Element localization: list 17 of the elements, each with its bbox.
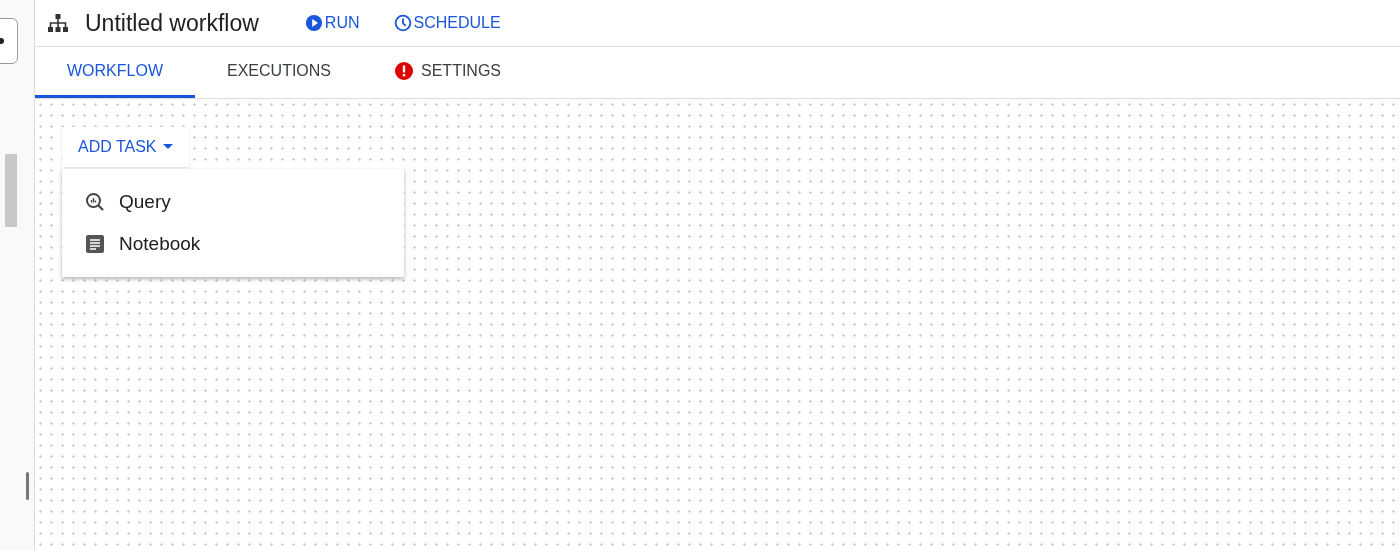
play-icon xyxy=(304,14,323,32)
resize-handle[interactable] xyxy=(26,472,29,500)
schedule-button[interactable]: SCHEDULE xyxy=(393,11,501,35)
workflow-title: Untitled workflow xyxy=(85,8,259,38)
caret-icon xyxy=(162,144,173,150)
search-chart-icon xyxy=(85,192,105,212)
clock-icon xyxy=(393,14,412,32)
add-task-button[interactable]: ADD TASK xyxy=(62,127,189,167)
tab[interactable]: SETTINGS xyxy=(363,47,534,98)
tab[interactable]: EXECUTIONS xyxy=(195,47,363,98)
hierarchy-icon xyxy=(47,13,69,33)
menu-item[interactable]: Notebook xyxy=(62,223,404,265)
menu-item[interactable]: Query xyxy=(62,181,404,223)
run-button[interactable]: RUN xyxy=(304,11,360,35)
scrollbar-thumb[interactable] xyxy=(5,154,17,227)
alert-icon xyxy=(395,62,413,80)
document-icon xyxy=(85,234,105,254)
